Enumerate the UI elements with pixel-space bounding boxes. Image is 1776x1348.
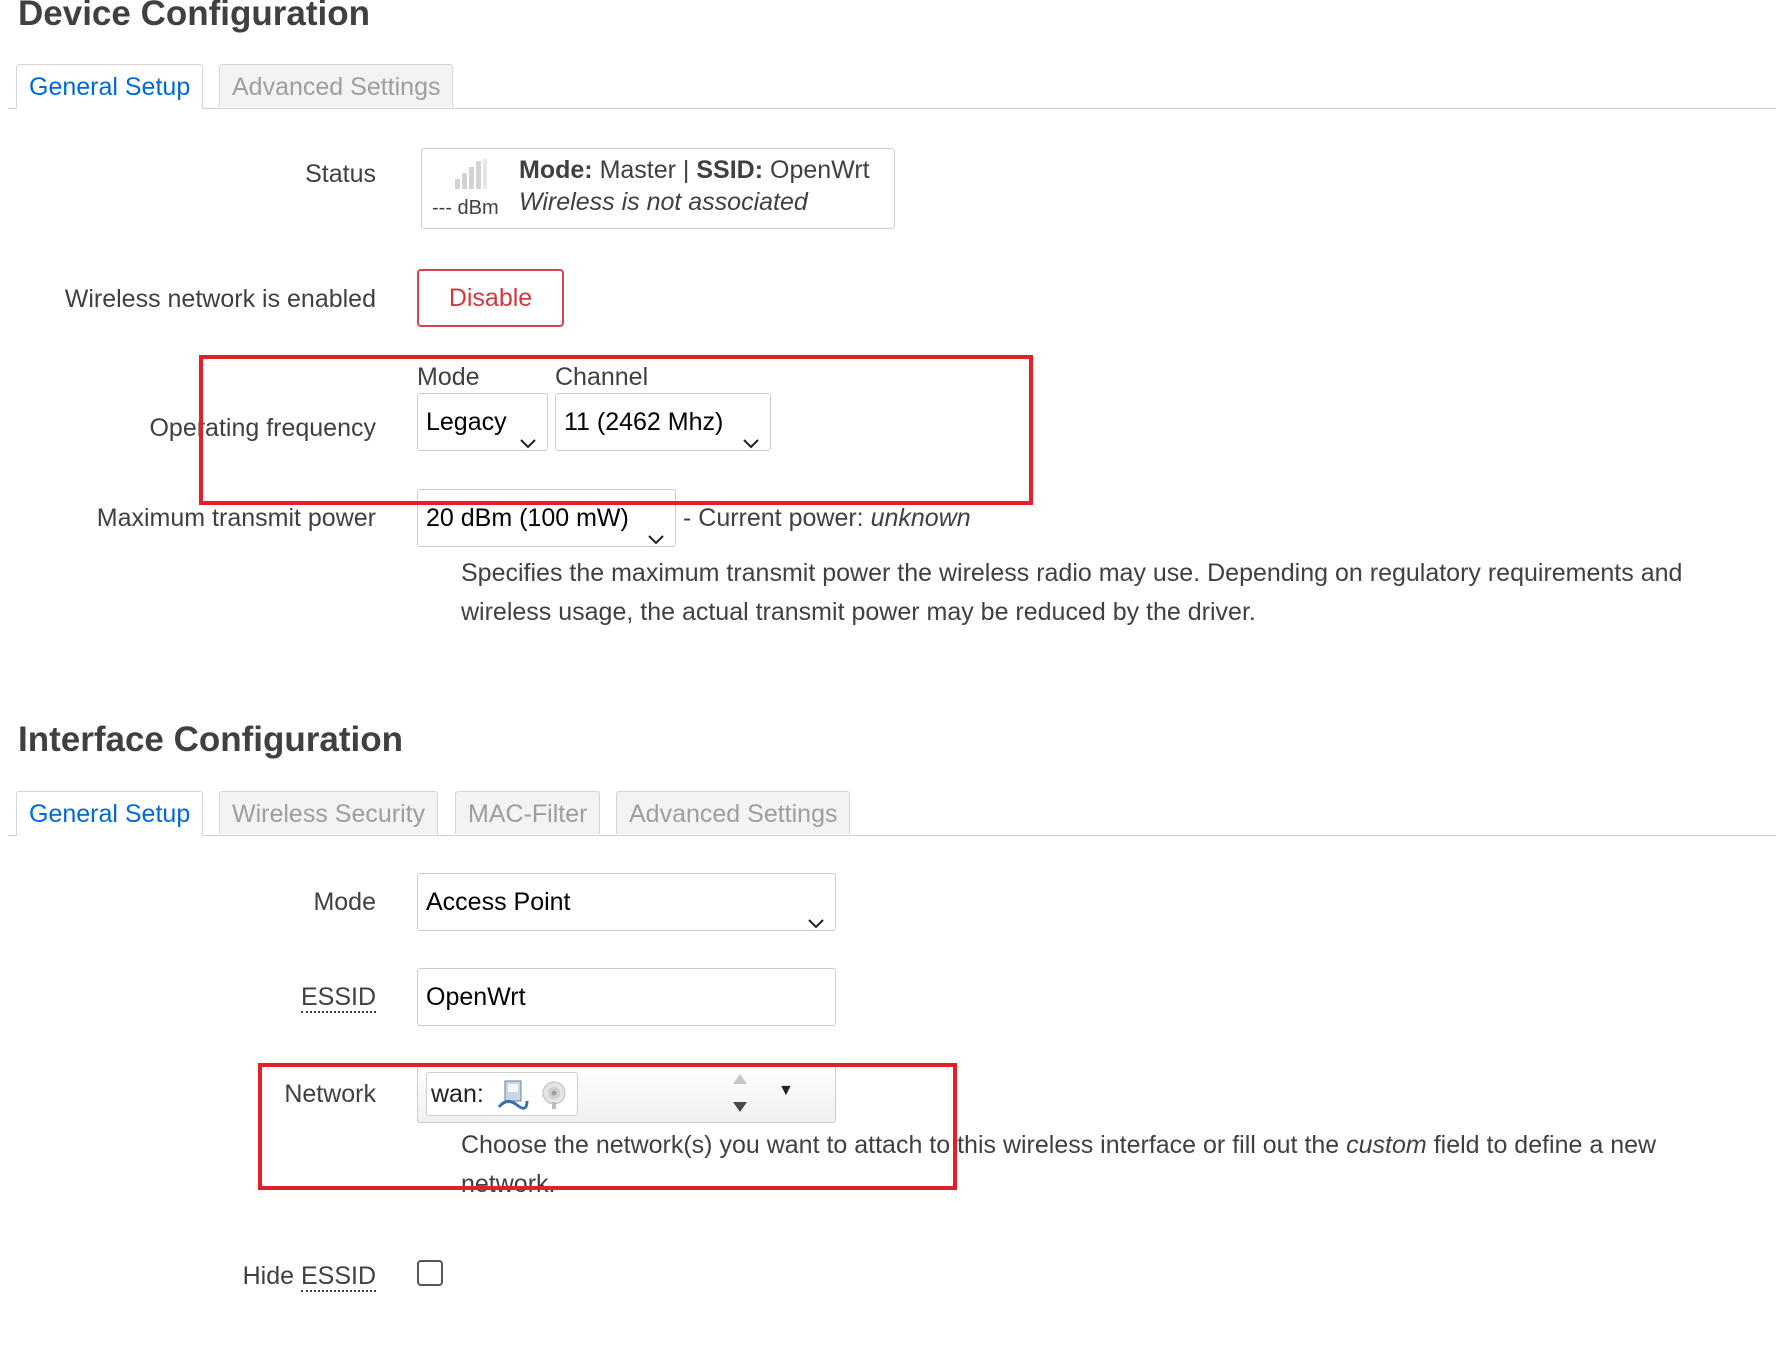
interface-config-title: Interface Configuration bbox=[18, 720, 404, 759]
highlight-network bbox=[258, 1063, 957, 1190]
tab-mac-filter[interactable]: MAC-Filter bbox=[455, 791, 601, 834]
status-mode-line: Mode: Master | SSID: OpenWrt bbox=[519, 156, 870, 185]
tab-general-setup[interactable]: General Setup bbox=[16, 64, 204, 109]
hide-essid-abbr: ESSID bbox=[300, 1262, 376, 1292]
essid-abbr: ESSID bbox=[300, 983, 376, 1013]
ssid-value: OpenWrt bbox=[770, 156, 870, 184]
tab-advanced-settings[interactable]: Advanced Settings bbox=[219, 64, 454, 107]
tab-general-setup[interactable]: General Setup bbox=[16, 791, 204, 836]
mode-key: Mode: bbox=[519, 156, 593, 184]
device-config-title: Device Configuration bbox=[18, 0, 370, 33]
essid-input[interactable]: OpenWrt bbox=[417, 968, 836, 1026]
device-tabbar: General Setup Advanced Settings bbox=[8, 58, 1776, 109]
network-help-suffix: field to define a new bbox=[1433, 1131, 1657, 1159]
interface-tabbar: General Setup Wireless Security MAC-Filt… bbox=[8, 785, 1776, 836]
iface-mode-label: Mode bbox=[313, 888, 376, 916]
status-label: Status bbox=[305, 160, 376, 188]
assoc-status: Wireless is not associated bbox=[519, 188, 808, 216]
iface-mode-select[interactable]: Access Point bbox=[417, 873, 836, 931]
hide-essid-prefix: Hide bbox=[242, 1262, 295, 1290]
iface-mode-value: Access Point bbox=[426, 888, 571, 916]
tab-wireless-security[interactable]: Wireless Security bbox=[219, 791, 439, 834]
tab-advanced-settings[interactable]: Advanced Settings bbox=[616, 791, 851, 834]
disable-button[interactable]: Disable bbox=[417, 269, 564, 327]
chevron-down-icon bbox=[807, 894, 825, 950]
max-txpower-label: Maximum transmit power bbox=[96, 504, 376, 532]
signal-icon bbox=[454, 159, 488, 196]
essid-label: ESSID bbox=[0, 983, 376, 1013]
network-help-em: custom bbox=[1346, 1131, 1427, 1159]
current-power: - Current power: unknown bbox=[683, 504, 971, 533]
highlight-operating-frequency bbox=[199, 355, 1033, 505]
hide-essid-checkbox[interactable] bbox=[417, 1260, 443, 1286]
txpower-value: 20 dBm (100 mW) bbox=[426, 504, 629, 532]
status-box: --- dBm Mode: Master | SSID: OpenWrt Wir… bbox=[421, 148, 895, 229]
txpower-help-line2: wireless usage, the actual transmit powe… bbox=[461, 598, 1256, 626]
wireless-enabled-label: Wireless network is enabled bbox=[64, 285, 376, 313]
current-power-value: unknown bbox=[870, 504, 971, 532]
current-power-prefix: - Current power: bbox=[683, 504, 864, 532]
mode-value: Master bbox=[599, 156, 676, 184]
signal-dbm: --- dBm bbox=[432, 197, 499, 219]
status-separator: | bbox=[682, 156, 690, 184]
hide-essid-label: Hide ESSID bbox=[0, 1262, 376, 1292]
txpower-help: Specifies the maximum transmit power the… bbox=[461, 554, 1771, 632]
ssid-key: SSID: bbox=[696, 156, 764, 184]
txpower-help-line1: Specifies the maximum transmit power the… bbox=[461, 559, 1683, 587]
